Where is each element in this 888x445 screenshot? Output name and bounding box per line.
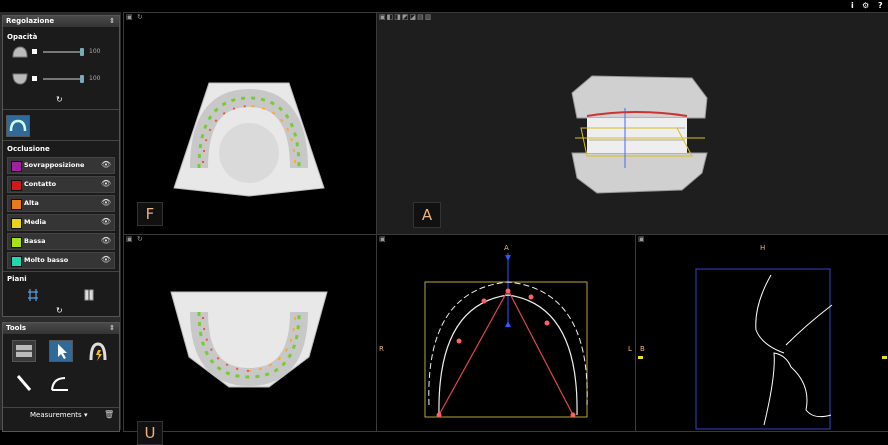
pin-icon[interactable]: ⇕ — [109, 16, 115, 27]
color-swatch — [11, 199, 22, 210]
angle-icon[interactable] — [49, 373, 71, 393]
arch-section-plot — [424, 253, 588, 418]
pin-icon[interactable]: ⇕ — [109, 323, 115, 334]
tools-panel: Tools ⇕ Measurements ▾ 🗑 — [2, 322, 120, 432]
ruler-icon[interactable] — [14, 373, 34, 393]
occlusion-label: Alta — [24, 199, 39, 207]
opacity-slider-upper[interactable] — [43, 51, 83, 53]
opacity-slider-lower[interactable] — [43, 78, 83, 80]
arch-measure-icon[interactable] — [87, 340, 109, 364]
occlusion-row-media[interactable]: Media 👁 — [7, 214, 115, 231]
viewport-axial-section[interactable]: ▣ A R L — [376, 234, 636, 432]
color-swatch — [11, 237, 22, 248]
regolazione-title: Regolazione — [6, 17, 55, 25]
occlusione-title: Occlusione — [7, 145, 50, 153]
divider — [3, 109, 119, 110]
visibility-checkbox[interactable] — [32, 49, 37, 54]
upper-jaw-model — [173, 82, 325, 197]
occlusion-label: Sovrapposizione — [24, 161, 85, 169]
lower-jaw-icon — [12, 73, 28, 85]
occlusion-row-bassa[interactable]: Bassa 👁 — [7, 233, 115, 250]
reset-icon[interactable]: ↻ — [56, 95, 63, 104]
visibility-checkbox[interactable] — [32, 76, 37, 81]
reset-icon[interactable]: ↻ — [137, 235, 144, 243]
color-swatch — [11, 218, 22, 229]
slider-knob[interactable] — [80, 75, 84, 83]
occlusion-row-contatto[interactable]: Contatto 👁 — [7, 176, 115, 193]
view-top-icon[interactable]: ▤ — [417, 13, 425, 21]
viewport-lower-occlusal[interactable]: ▣ ↻ U — [123, 234, 377, 445]
view-label-u: U — [137, 421, 163, 445]
model-tool-button[interactable] — [12, 340, 36, 362]
teeth-arch-icon — [9, 119, 27, 132]
occlusion-map-button[interactable] — [6, 115, 30, 137]
eye-icon[interactable]: 👁 — [101, 236, 111, 245]
color-swatch — [11, 180, 22, 191]
opacity-value-upper: 100 — [89, 48, 101, 55]
occlusion-label: Media — [24, 218, 47, 226]
trash-icon[interactable]: 🗑 — [104, 410, 114, 419]
eye-icon[interactable]: 👁 — [101, 198, 111, 207]
upper-jaw-icon — [12, 46, 28, 58]
eye-icon[interactable]: 👁 — [101, 217, 111, 226]
occlusion-label: Molto basso — [24, 256, 69, 264]
tools-title: Tools — [6, 324, 27, 332]
viewport-toolbar: ▣ ↻ — [126, 235, 144, 243]
tooth-profile-plot — [695, 268, 833, 430]
divider — [3, 140, 119, 141]
slider-knob[interactable] — [80, 48, 84, 56]
eye-icon[interactable]: 👁 — [101, 255, 111, 264]
viewport-toolbar: ▣◧◨◩◪▤▥ — [379, 13, 432, 21]
tools-header: Tools ⇕ — [3, 323, 119, 334]
save-icon[interactable]: ▣ — [126, 13, 134, 21]
viewport-sagittal-section[interactable]: ▣ H B — [635, 234, 888, 432]
cursor-icon — [58, 344, 67, 359]
reset-planes-icon[interactable]: ↻ — [56, 306, 63, 315]
save-icon[interactable]: ▣ — [126, 235, 134, 243]
measurements-dropdown[interactable]: Measurements ▾ — [30, 411, 87, 419]
sidebar: Regolazione ⇕ Opacità 100 100 ↻ Occlusio… — [0, 12, 121, 432]
view-left-icon[interactable]: ◩ — [402, 13, 410, 21]
sagittal-plane-icon[interactable] — [27, 288, 39, 302]
occlusion-row-alta[interactable]: Alta 👁 — [7, 195, 115, 212]
divider — [3, 407, 119, 408]
top-bar: i ⚙ ? — [0, 0, 888, 12]
color-swatch — [11, 161, 22, 172]
divider — [3, 271, 119, 272]
piani-title: Piani — [7, 275, 27, 283]
settings-icon[interactable]: ⚙ — [862, 1, 869, 10]
frontal-plane-icon[interactable] — [83, 288, 95, 302]
color-swatch — [11, 256, 22, 267]
select-tool-button[interactable] — [49, 340, 73, 362]
view-back-icon[interactable]: ◨ — [394, 13, 402, 21]
measurements-label: Measurements — [30, 411, 82, 419]
save-icon[interactable]: ▣ — [379, 13, 387, 21]
help-icon[interactable]: ? — [878, 1, 883, 10]
regolazione-panel: Regolazione ⇕ Opacità 100 100 ↻ Occlusio… — [2, 15, 120, 317]
view-bottom-icon[interactable]: ▥ — [425, 13, 433, 21]
regolazione-header: Regolazione ⇕ — [3, 16, 119, 27]
opacity-label: Opacità — [7, 33, 38, 41]
info-icon[interactable]: i — [851, 1, 854, 10]
view-label-a: A — [413, 202, 441, 228]
eye-icon[interactable]: 👁 — [101, 179, 111, 188]
viewport-anterior[interactable]: ▣◧◨◩◪▤▥ A — [376, 12, 888, 235]
view-label-f: F — [137, 202, 163, 226]
lower-jaw-model — [170, 291, 328, 388]
viewport-toolbar: ▣ ↻ — [126, 13, 144, 21]
viewport-upper-occlusal[interactable]: ▣ ↻ F — [123, 12, 377, 235]
articulated-models — [571, 75, 708, 194]
opacity-value-lower: 100 — [89, 75, 101, 82]
chevron-down-icon: ▾ — [83, 411, 88, 419]
view-right-icon[interactable]: ◪ — [410, 13, 418, 21]
occlusion-row-sovrapposizione[interactable]: Sovrapposizione 👁 — [7, 157, 115, 174]
occlusion-row-molto-basso[interactable]: Molto basso 👁 — [7, 252, 115, 269]
eye-icon[interactable]: 👁 — [101, 160, 111, 169]
model-icon — [16, 345, 32, 357]
occlusion-label: Contatto — [24, 180, 57, 188]
occlusion-label: Bassa — [24, 237, 46, 245]
reset-icon[interactable]: ↻ — [137, 13, 144, 21]
